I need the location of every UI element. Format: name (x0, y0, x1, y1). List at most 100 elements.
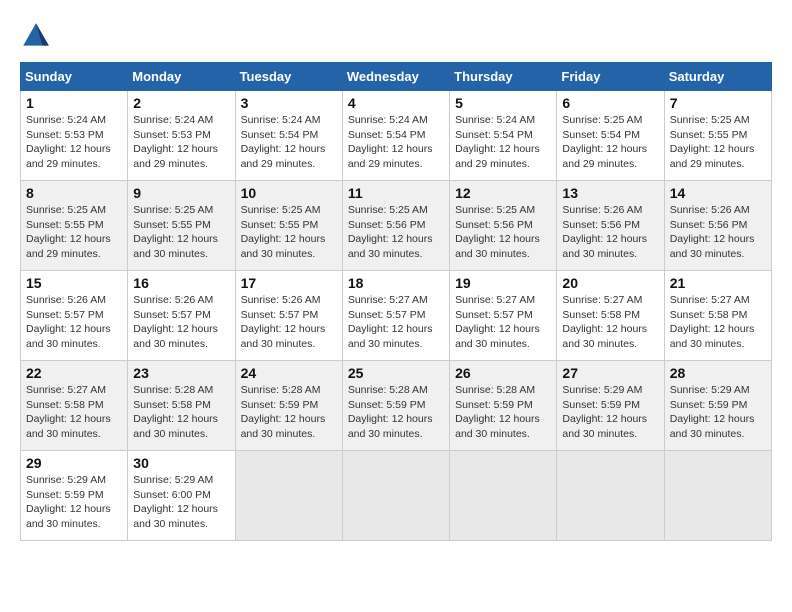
calendar-cell: 24 Sunrise: 5:28 AM Sunset: 5:59 PM Dayli… (235, 361, 342, 451)
day-info: Sunrise: 5:29 AM Sunset: 5:59 PM Dayligh… (670, 383, 766, 442)
calendar-cell: 2 Sunrise: 5:24 AM Sunset: 5:53 PM Daylig… (128, 91, 235, 181)
day-info: Sunrise: 5:24 AM Sunset: 5:54 PM Dayligh… (455, 113, 551, 172)
day-number: 22 (26, 365, 122, 381)
day-info: Sunrise: 5:24 AM Sunset: 5:53 PM Dayligh… (133, 113, 229, 172)
day-info: Sunrise: 5:24 AM Sunset: 5:54 PM Dayligh… (348, 113, 444, 172)
calendar-cell: 28 Sunrise: 5:29 AM Sunset: 5:59 PM Dayli… (664, 361, 771, 451)
day-number: 28 (670, 365, 766, 381)
day-number: 5 (455, 95, 551, 111)
calendar-cell (342, 451, 449, 541)
week-row-4: 22 Sunrise: 5:27 AM Sunset: 5:58 PM Dayli… (21, 361, 772, 451)
calendar-cell: 12 Sunrise: 5:25 AM Sunset: 5:56 PM Dayli… (450, 181, 557, 271)
week-row-2: 8 Sunrise: 5:25 AM Sunset: 5:55 PM Daylig… (21, 181, 772, 271)
day-number: 24 (241, 365, 337, 381)
day-number: 25 (348, 365, 444, 381)
calendar-cell (557, 451, 664, 541)
calendar-cell: 16 Sunrise: 5:26 AM Sunset: 5:57 PM Dayli… (128, 271, 235, 361)
calendar-cell: 26 Sunrise: 5:28 AM Sunset: 5:59 PM Dayli… (450, 361, 557, 451)
day-info: Sunrise: 5:25 AM Sunset: 5:55 PM Dayligh… (26, 203, 122, 262)
day-number: 12 (455, 185, 551, 201)
day-info: Sunrise: 5:27 AM Sunset: 5:58 PM Dayligh… (562, 293, 658, 352)
day-number: 9 (133, 185, 229, 201)
day-number: 26 (455, 365, 551, 381)
day-number: 30 (133, 455, 229, 471)
weekday-header-monday: Monday (128, 63, 235, 91)
day-number: 21 (670, 275, 766, 291)
day-info: Sunrise: 5:28 AM Sunset: 5:59 PM Dayligh… (241, 383, 337, 442)
calendar-cell: 10 Sunrise: 5:25 AM Sunset: 5:55 PM Dayli… (235, 181, 342, 271)
week-row-1: 1 Sunrise: 5:24 AM Sunset: 5:53 PM Daylig… (21, 91, 772, 181)
day-info: Sunrise: 5:29 AM Sunset: 6:00 PM Dayligh… (133, 473, 229, 532)
day-info: Sunrise: 5:26 AM Sunset: 5:57 PM Dayligh… (26, 293, 122, 352)
day-number: 7 (670, 95, 766, 111)
day-info: Sunrise: 5:26 AM Sunset: 5:57 PM Dayligh… (133, 293, 229, 352)
day-info: Sunrise: 5:25 AM Sunset: 5:55 PM Dayligh… (670, 113, 766, 172)
day-number: 3 (241, 95, 337, 111)
weekday-header-friday: Friday (557, 63, 664, 91)
day-number: 19 (455, 275, 551, 291)
header (20, 20, 772, 52)
day-number: 23 (133, 365, 229, 381)
day-number: 27 (562, 365, 658, 381)
weekday-header-wednesday: Wednesday (342, 63, 449, 91)
day-info: Sunrise: 5:27 AM Sunset: 5:57 PM Dayligh… (348, 293, 444, 352)
day-number: 14 (670, 185, 766, 201)
calendar-cell: 30 Sunrise: 5:29 AM Sunset: 6:00 PM Dayli… (128, 451, 235, 541)
day-number: 16 (133, 275, 229, 291)
calendar-cell: 21 Sunrise: 5:27 AM Sunset: 5:58 PM Dayli… (664, 271, 771, 361)
calendar-cell (235, 451, 342, 541)
day-info: Sunrise: 5:26 AM Sunset: 5:56 PM Dayligh… (562, 203, 658, 262)
weekday-header-thursday: Thursday (450, 63, 557, 91)
calendar-cell: 19 Sunrise: 5:27 AM Sunset: 5:57 PM Dayli… (450, 271, 557, 361)
week-row-3: 15 Sunrise: 5:26 AM Sunset: 5:57 PM Dayli… (21, 271, 772, 361)
day-number: 10 (241, 185, 337, 201)
day-number: 13 (562, 185, 658, 201)
calendar-cell: 23Sunrise: 5:28 AM Sunset: 5:58 PM Dayli… (128, 361, 235, 451)
day-info: Sunrise: 5:24 AM Sunset: 5:53 PM Dayligh… (26, 113, 122, 172)
calendar-cell: 29Sunrise: 5:29 AM Sunset: 5:59 PM Dayli… (21, 451, 128, 541)
calendar-cell: 9 Sunrise: 5:25 AM Sunset: 5:55 PM Daylig… (128, 181, 235, 271)
calendar-table: SundayMondayTuesdayWednesdayThursdayFrid… (20, 62, 772, 541)
day-info: Sunrise: 5:28 AM Sunset: 5:59 PM Dayligh… (455, 383, 551, 442)
day-info: Sunrise: 5:25 AM Sunset: 5:55 PM Dayligh… (241, 203, 337, 262)
day-info: Sunrise: 5:25 AM Sunset: 5:56 PM Dayligh… (348, 203, 444, 262)
day-number: 1 (26, 95, 122, 111)
calendar-cell: 6Sunrise: 5:25 AM Sunset: 5:54 PM Daylig… (557, 91, 664, 181)
day-info: Sunrise: 5:27 AM Sunset: 5:58 PM Dayligh… (670, 293, 766, 352)
day-info: Sunrise: 5:27 AM Sunset: 5:58 PM Dayligh… (26, 383, 122, 442)
day-number: 4 (348, 95, 444, 111)
day-info: Sunrise: 5:25 AM Sunset: 5:55 PM Dayligh… (133, 203, 229, 262)
calendar-cell: 27 Sunrise: 5:29 AM Sunset: 5:59 PM Dayli… (557, 361, 664, 451)
calendar-cell: 18 Sunrise: 5:27 AM Sunset: 5:57 PM Dayli… (342, 271, 449, 361)
weekday-header-tuesday: Tuesday (235, 63, 342, 91)
day-number: 8 (26, 185, 122, 201)
calendar-cell: 15 Sunrise: 5:26 AM Sunset: 5:57 PM Dayli… (21, 271, 128, 361)
calendar-cell (450, 451, 557, 541)
week-row-5: 29Sunrise: 5:29 AM Sunset: 5:59 PM Dayli… (21, 451, 772, 541)
day-number: 11 (348, 185, 444, 201)
weekday-header-row: SundayMondayTuesdayWednesdayThursdayFrid… (21, 63, 772, 91)
day-info: Sunrise: 5:26 AM Sunset: 5:56 PM Dayligh… (670, 203, 766, 262)
day-info: Sunrise: 5:29 AM Sunset: 5:59 PM Dayligh… (562, 383, 658, 442)
day-number: 29 (26, 455, 122, 471)
day-info: Sunrise: 5:25 AM Sunset: 5:54 PM Dayligh… (562, 113, 658, 172)
calendar-cell: 3 Sunrise: 5:24 AM Sunset: 5:54 PM Daylig… (235, 91, 342, 181)
calendar-cell: 5 Sunrise: 5:24 AM Sunset: 5:54 PM Daylig… (450, 91, 557, 181)
calendar-cell: 1 Sunrise: 5:24 AM Sunset: 5:53 PM Daylig… (21, 91, 128, 181)
day-info: Sunrise: 5:26 AM Sunset: 5:57 PM Dayligh… (241, 293, 337, 352)
logo (20, 20, 56, 52)
day-number: 15 (26, 275, 122, 291)
day-number: 2 (133, 95, 229, 111)
calendar-cell: 13 Sunrise: 5:26 AM Sunset: 5:56 PM Dayli… (557, 181, 664, 271)
day-info: Sunrise: 5:24 AM Sunset: 5:54 PM Dayligh… (241, 113, 337, 172)
day-number: 20 (562, 275, 658, 291)
calendar-cell: 8 Sunrise: 5:25 AM Sunset: 5:55 PM Daylig… (21, 181, 128, 271)
day-number: 17 (241, 275, 337, 291)
calendar-cell: 11 Sunrise: 5:25 AM Sunset: 5:56 PM Dayli… (342, 181, 449, 271)
day-info: Sunrise: 5:27 AM Sunset: 5:57 PM Dayligh… (455, 293, 551, 352)
calendar-cell: 20 Sunrise: 5:27 AM Sunset: 5:58 PM Dayli… (557, 271, 664, 361)
calendar-cell: 7 Sunrise: 5:25 AM Sunset: 5:55 PM Daylig… (664, 91, 771, 181)
calendar-cell (664, 451, 771, 541)
day-number: 18 (348, 275, 444, 291)
day-info: Sunrise: 5:25 AM Sunset: 5:56 PM Dayligh… (455, 203, 551, 262)
